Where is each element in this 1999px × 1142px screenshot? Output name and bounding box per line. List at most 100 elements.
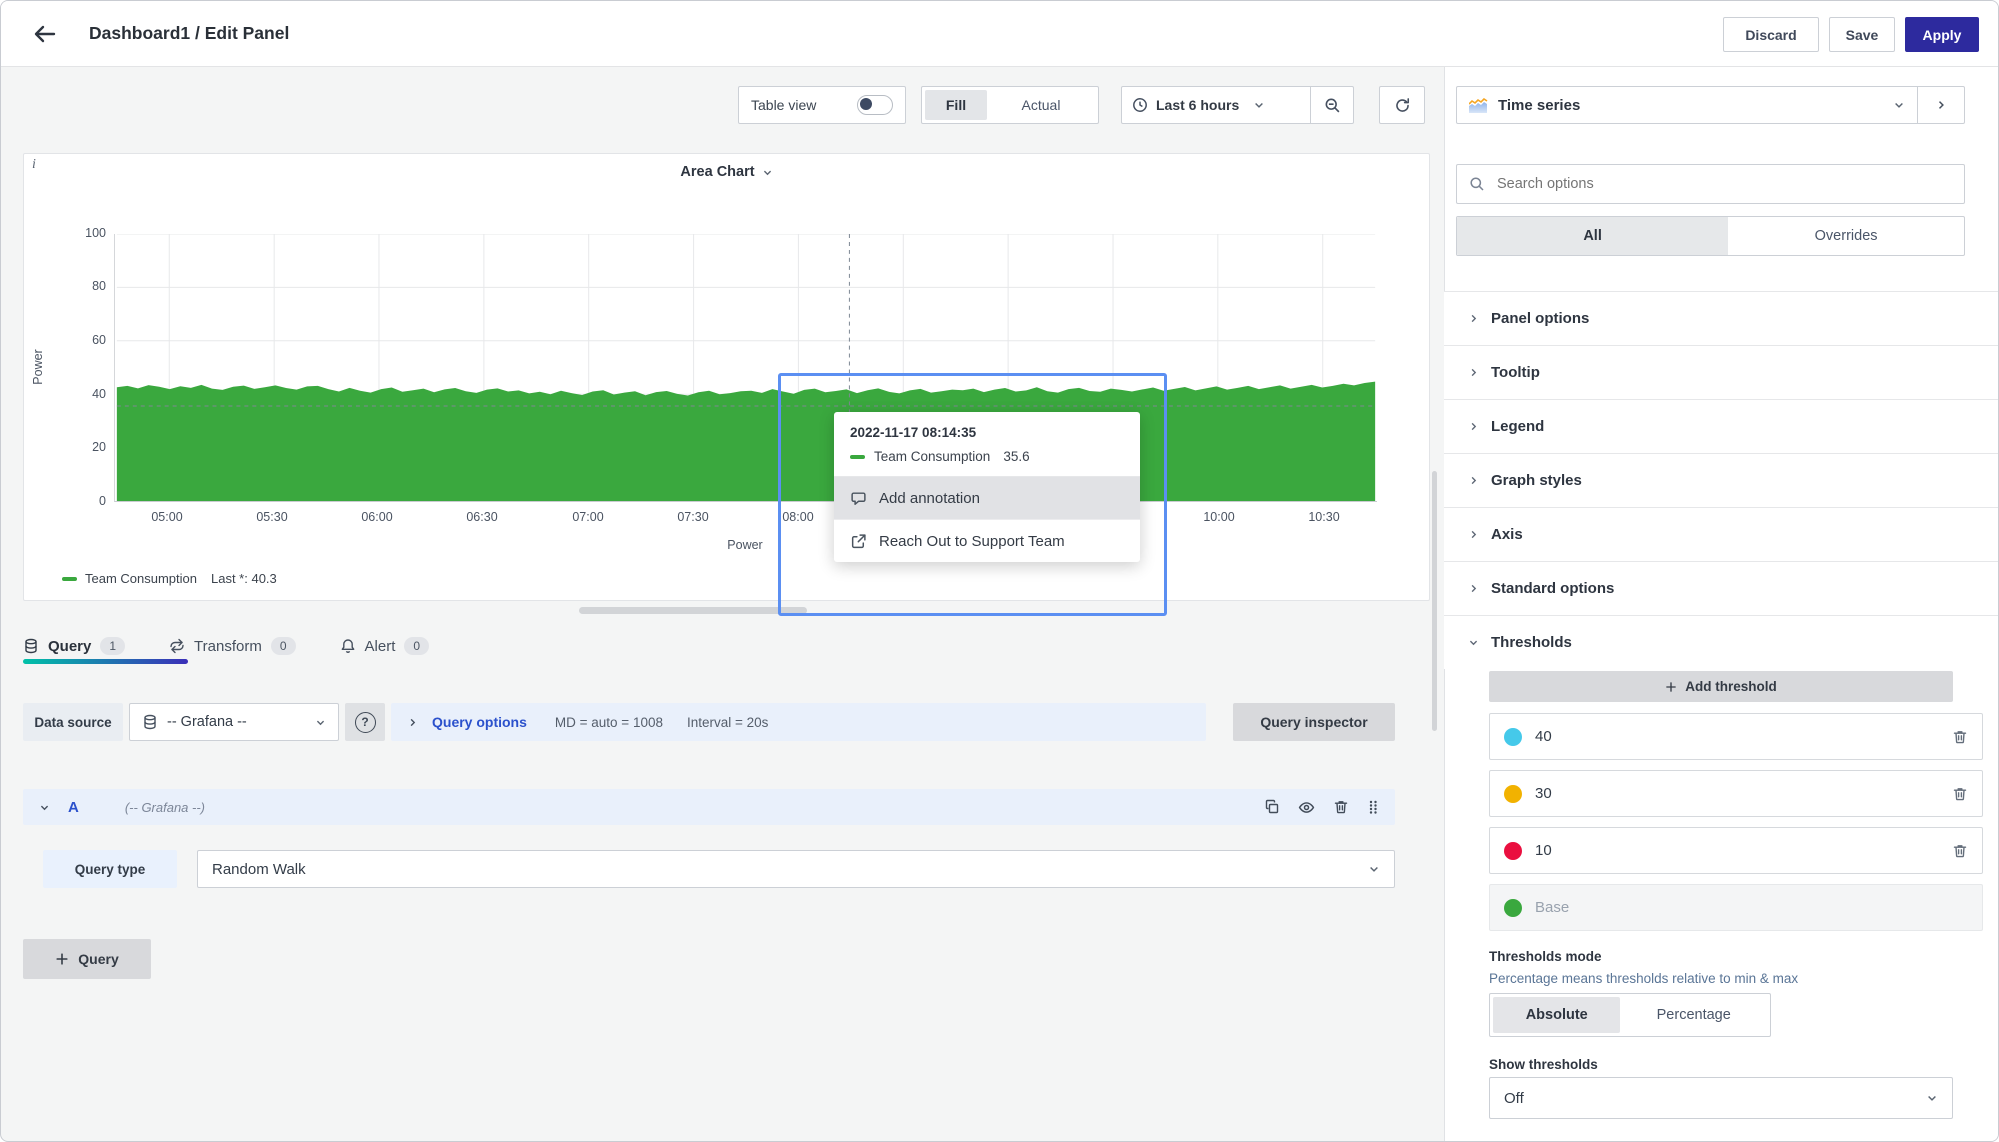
transform-icon: [169, 638, 185, 654]
datasource-help-button[interactable]: ?: [345, 703, 385, 741]
threshold-value[interactable]: 10: [1535, 842, 1952, 859]
menu-item-add-annotation[interactable]: Add annotation: [834, 477, 1140, 519]
tab-label: Alert: [365, 638, 396, 655]
trash-icon[interactable]: [1952, 843, 1968, 859]
tooltip-timestamp: 2022-11-17 08:14:35: [850, 425, 1124, 440]
options-sections: Panel options Tooltip Legend Graph style…: [1444, 291, 1999, 669]
table-view-toggle[interactable]: [857, 95, 893, 115]
threshold-color-dot[interactable]: [1504, 728, 1522, 746]
database-icon: [142, 714, 158, 730]
add-threshold-label: Add threshold: [1685, 679, 1777, 694]
time-range-label: Last 6 hours: [1156, 97, 1239, 113]
threshold-value[interactable]: 30: [1535, 785, 1952, 802]
show-thresholds-select[interactable]: Off: [1489, 1077, 1953, 1119]
y-tick: 20: [70, 440, 106, 454]
tab-alert[interactable]: Alert 0: [340, 637, 430, 655]
trash-icon[interactable]: [1952, 729, 1968, 745]
threshold-row-10[interactable]: 10: [1489, 827, 1983, 874]
tab-badge: 0: [271, 637, 296, 655]
refresh-icon: [1394, 97, 1411, 114]
query-inspector-label: Query inspector: [1260, 714, 1367, 730]
horizontal-scrollbar[interactable]: [579, 607, 807, 614]
drag-handle-icon[interactable]: [1367, 799, 1379, 815]
section-thresholds[interactable]: Thresholds: [1444, 615, 1999, 669]
back-arrow-icon[interactable]: [33, 22, 57, 46]
apply-button[interactable]: Apply: [1905, 17, 1979, 52]
chevron-down-icon: [1253, 99, 1265, 111]
save-button[interactable]: Save: [1829, 17, 1895, 52]
x-tick: 07:00: [560, 510, 616, 524]
threshold-value[interactable]: 40: [1535, 728, 1952, 745]
thresholds-mode-description: Percentage means thresholds relative to …: [1489, 971, 1798, 986]
filter-tab-overrides[interactable]: Overrides: [1728, 217, 1964, 255]
query-ref-id: A: [68, 799, 79, 816]
x-tick: 10:30: [1296, 510, 1352, 524]
context-menu: Add annotation Reach Out to Support Team: [834, 476, 1140, 562]
query-inspector-button[interactable]: Query inspector: [1233, 703, 1395, 741]
eye-icon[interactable]: [1298, 799, 1315, 816]
time-range-picker[interactable]: Last 6 hours: [1122, 87, 1310, 123]
trash-icon[interactable]: [1333, 799, 1349, 815]
section-label: Tooltip: [1491, 364, 1540, 381]
chevron-right-icon: [1468, 313, 1479, 324]
mode-absolute-option[interactable]: Absolute: [1493, 997, 1620, 1033]
search-options-input[interactable]: [1495, 175, 1952, 193]
comment-icon: [850, 490, 867, 507]
search-options-field[interactable]: [1456, 164, 1965, 204]
timeseries-viz-icon: [1469, 98, 1488, 113]
fill-option[interactable]: Fill: [925, 90, 987, 120]
duplicate-icon[interactable]: [1264, 799, 1280, 815]
tab-label: Transform: [194, 638, 262, 655]
panel-title: Area Chart: [680, 164, 754, 180]
tab-query[interactable]: Query 1: [23, 637, 169, 655]
add-threshold-button[interactable]: Add threshold: [1489, 671, 1953, 702]
add-query-button[interactable]: Query: [23, 939, 151, 979]
chart-legend[interactable]: Team Consumption Last *: 40.3: [62, 571, 277, 586]
table-view-control[interactable]: Table view: [738, 86, 906, 124]
threshold-color-dot[interactable]: [1504, 785, 1522, 803]
query-type-select[interactable]: Random Walk: [197, 850, 1395, 888]
section-label: Thresholds: [1491, 634, 1572, 651]
section-panel-options[interactable]: Panel options: [1444, 291, 1999, 345]
datasource-value: -- Grafana --: [167, 714, 306, 730]
threshold-color-dot: [1504, 899, 1522, 917]
vertical-scrollbar[interactable]: [1432, 471, 1437, 731]
section-axis[interactable]: Axis: [1444, 507, 1999, 561]
threshold-color-dot[interactable]: [1504, 842, 1522, 860]
menu-item-reach-out[interactable]: Reach Out to Support Team: [834, 519, 1140, 562]
tab-label: Query: [48, 638, 91, 655]
viz-picker[interactable]: Time series: [1456, 86, 1965, 124]
threshold-row-30[interactable]: 30: [1489, 770, 1983, 817]
datasource-label: Data source: [34, 715, 111, 730]
panel-title-button[interactable]: Area Chart: [24, 164, 1429, 180]
query-row-datasource: (-- Grafana --): [125, 800, 1246, 815]
actual-option[interactable]: Actual: [987, 90, 1095, 120]
query-type-label-chip: Query type: [43, 850, 177, 888]
query-options-bar[interactable]: Query options MD = auto = 1008 Interval …: [391, 703, 1206, 741]
tab-transform[interactable]: Transform 0: [169, 637, 339, 655]
discard-button[interactable]: Discard: [1723, 17, 1819, 52]
zoom-out-icon[interactable]: [1311, 87, 1353, 123]
section-legend[interactable]: Legend: [1444, 399, 1999, 453]
section-graph-styles[interactable]: Graph styles: [1444, 453, 1999, 507]
chevron-down-icon[interactable]: [39, 802, 50, 813]
query-row-header[interactable]: A (-- Grafana --): [23, 789, 1395, 825]
section-standard-options[interactable]: Standard options: [1444, 561, 1999, 615]
show-thresholds-label: Show thresholds: [1489, 1057, 1598, 1072]
collapse-pane-chevron-icon[interactable]: [1918, 87, 1964, 123]
threshold-row-40[interactable]: 40: [1489, 713, 1983, 760]
show-thresholds-value: Off: [1504, 1090, 1926, 1107]
section-label: Legend: [1491, 418, 1544, 435]
section-tooltip[interactable]: Tooltip: [1444, 345, 1999, 399]
x-tick: 05:30: [244, 510, 300, 524]
mode-percentage-option[interactable]: Percentage: [1620, 997, 1767, 1033]
refresh-button[interactable]: [1379, 86, 1425, 124]
trash-icon[interactable]: [1952, 786, 1968, 802]
area-chart-plot[interactable]: [114, 234, 1377, 502]
legend-stat: Last *: 40.3: [211, 571, 277, 586]
query-options-md: MD = auto = 1008: [555, 715, 663, 730]
datasource-picker[interactable]: -- Grafana --: [129, 703, 339, 741]
filter-tab-all[interactable]: All: [1457, 217, 1728, 255]
chevron-down-icon: [1926, 1092, 1938, 1104]
x-axis-label: Power: [705, 538, 785, 552]
